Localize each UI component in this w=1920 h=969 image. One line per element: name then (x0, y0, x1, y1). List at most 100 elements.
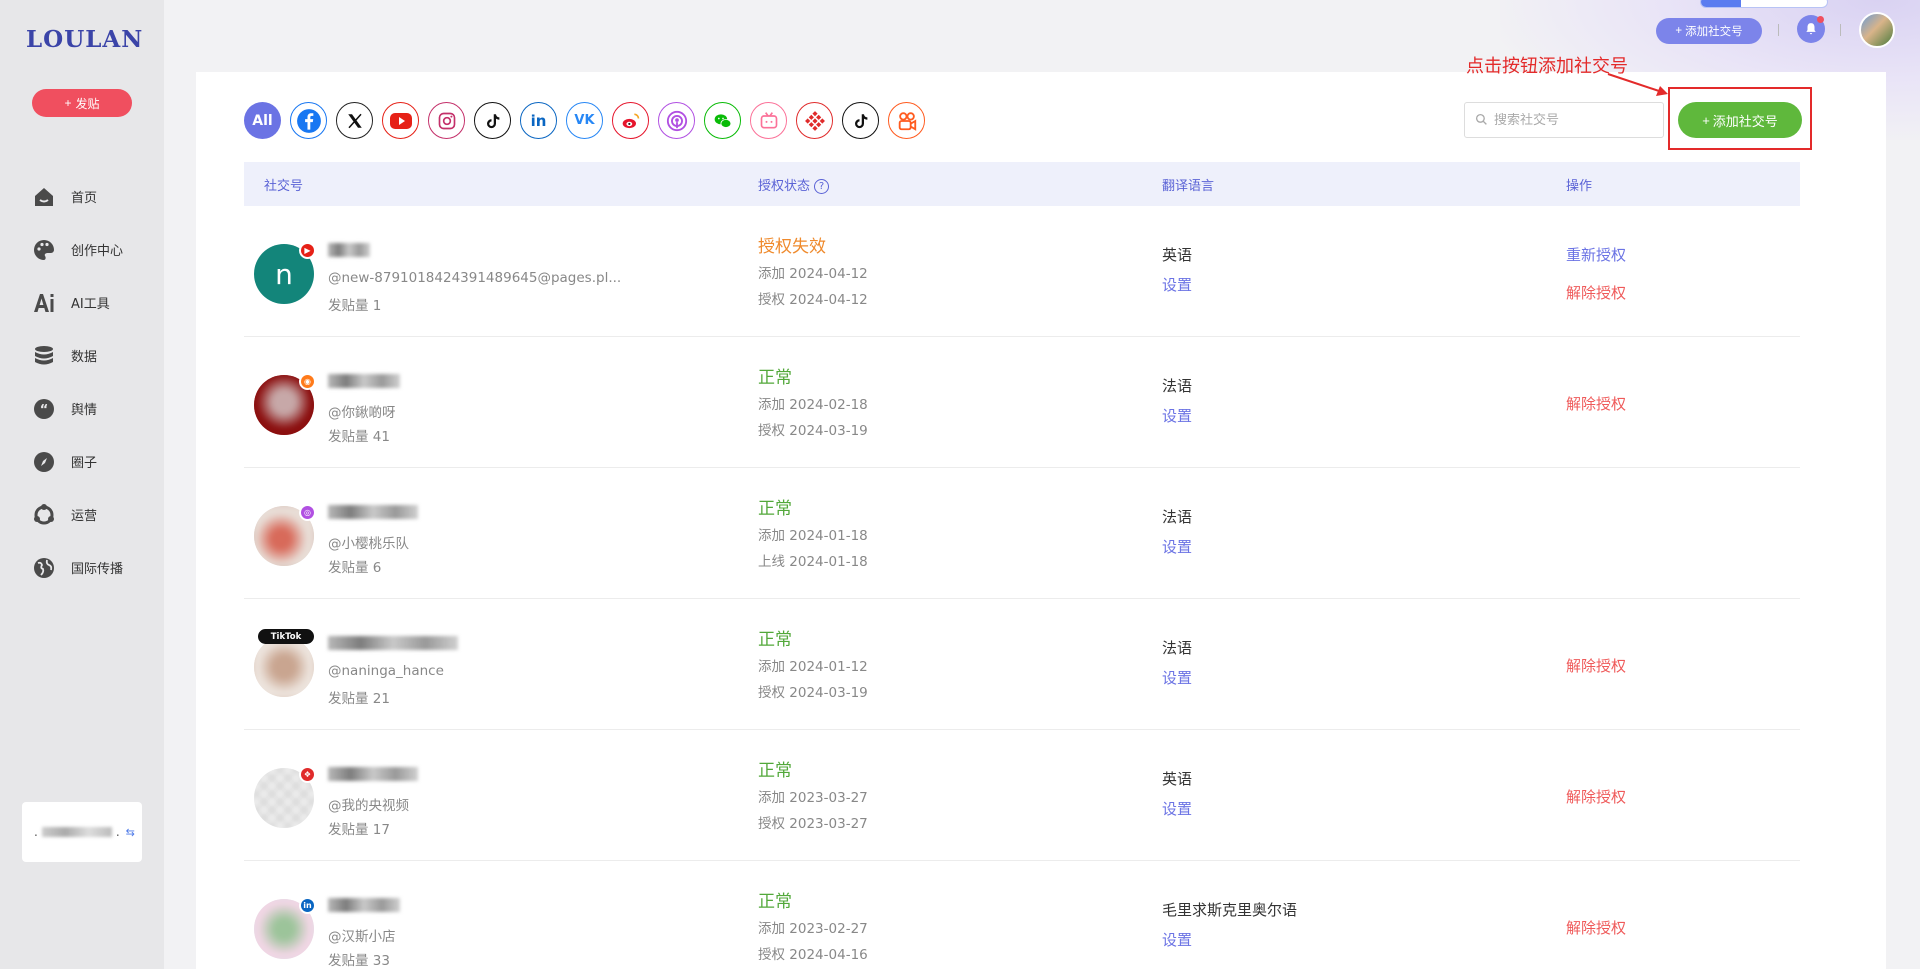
bilibili-icon[interactable] (750, 102, 787, 139)
account-handle: @naninga_hance (328, 663, 444, 679)
notification-bell-icon[interactable] (1797, 15, 1825, 43)
search-input[interactable] (1494, 112, 1654, 128)
language-setting-link[interactable]: 设置 (1162, 274, 1192, 295)
header-add-account-button[interactable]: + 添加社交号 (1656, 18, 1762, 44)
sidebar-item-home[interactable]: 首页 (0, 170, 164, 223)
language-setting-link[interactable]: 设置 (1162, 536, 1192, 557)
language-setting-link[interactable]: 设置 (1162, 798, 1192, 819)
add-account-button[interactable]: + 添加社交号 (1678, 102, 1802, 138)
added-date: 添加 2024-01-12 (758, 659, 868, 675)
auth-date: 授权 2023-03-27 (758, 816, 868, 832)
translate-language: 毛里求斯克里奥尔语 (1162, 901, 1298, 919)
weibo-icon[interactable] (612, 102, 649, 139)
account-avatar: ◉ (254, 373, 316, 435)
revoke-auth-link[interactable]: 解除授权 (1566, 282, 1626, 303)
help-icon[interactable]: ? (814, 178, 830, 194)
kuaishou-icon[interactable] (888, 102, 925, 139)
account-name-blurred (328, 897, 400, 912)
language-setting-link[interactable]: 设置 (1162, 667, 1192, 688)
post-button[interactable]: + 发贴 (32, 89, 132, 117)
sidebar-item-circle[interactable]: 圈子 (0, 435, 164, 488)
account-name-blurred (328, 242, 370, 257)
revoke-auth-link[interactable]: 解除授权 (1566, 655, 1626, 676)
added-date: 添加 2024-02-18 (758, 397, 868, 413)
douyin-icon[interactable] (842, 102, 879, 139)
linkedin-badge-icon: in (299, 897, 316, 914)
auth-status: 正常 (758, 630, 792, 650)
account-post-count: 发贴量 33 (328, 953, 390, 969)
tiktok-icon[interactable] (474, 102, 511, 139)
translate-language: 英语 (1162, 770, 1193, 788)
account-handle: @小樱桃乐队 (328, 536, 409, 552)
divider (1840, 24, 1841, 36)
podcast-icon[interactable] (658, 102, 695, 139)
database-icon (31, 343, 57, 369)
sidebar-item-international[interactable]: 国际传播 (0, 541, 164, 594)
account-handle: @我的央视频 (328, 798, 409, 814)
search-icon (1475, 111, 1488, 130)
avatar-image (254, 637, 314, 697)
sidebar: LOULAN + 发贴 首页 创作中心 AI工具 数据 “ 舆情 圈子 运营 国… (0, 0, 164, 969)
quote-icon: “ (31, 396, 57, 422)
account-handle: @你鍬啲呀 (328, 405, 396, 421)
reauthorize-link[interactable]: 重新授权 (1566, 244, 1626, 265)
divider (1778, 24, 1779, 36)
sidebar-item-label: 首页 (71, 191, 98, 206)
sidebar-item-create[interactable]: 创作中心 (0, 223, 164, 276)
ai-icon (31, 290, 57, 316)
globe-icon (31, 555, 57, 581)
youtube-icon[interactable] (382, 102, 419, 139)
user-avatar[interactable] (1859, 12, 1895, 48)
account-post-count: 发贴量 17 (328, 822, 390, 838)
header-operations: 操作 (1566, 178, 1593, 194)
notification-dot (1817, 16, 1824, 23)
translate-language: 法语 (1162, 377, 1193, 395)
revoke-auth-link[interactable]: 解除授权 (1566, 786, 1626, 807)
sidebar-item-label: 舆情 (71, 403, 98, 418)
app-logo: LOULAN (26, 26, 144, 53)
facebook-icon[interactable] (290, 102, 327, 139)
sidebar-item-ai-tools[interactable]: AI工具 (0, 276, 164, 329)
wechat-icon[interactable] (704, 102, 741, 139)
table-row: in @汉斯小店 发贴量 33 正常 添加 2023-02-27 授权 2024… (244, 861, 1800, 969)
filter-all[interactable]: All (244, 102, 281, 139)
account-name-blurred (328, 504, 418, 519)
kuaishou-grid-icon[interactable] (796, 102, 833, 139)
linkedin-icon[interactable]: in (520, 102, 557, 139)
account-avatar: TikTok (254, 629, 314, 697)
auth-date: 授权 2024-03-19 (758, 423, 868, 439)
home-icon (31, 184, 57, 210)
user-card[interactable]: . . ⇆ (22, 802, 142, 862)
header-language: 翻译语言 (1162, 178, 1215, 194)
user-name-blurred: . (34, 825, 38, 839)
instagram-icon[interactable] (428, 102, 465, 139)
account-post-count: 发贴量 1 (328, 298, 382, 314)
sidebar-item-label: 数据 (71, 350, 98, 365)
table-row: TikTok @naninga_hance 发贴量 21 正常 添加 2024-… (244, 599, 1800, 730)
revoke-auth-link[interactable]: 解除授权 (1566, 393, 1626, 414)
blurred-text (41, 827, 112, 837)
top-progress-pill (1700, 0, 1828, 8)
language-setting-link[interactable]: 设置 (1162, 929, 1192, 950)
user-card-suffix: . (115, 825, 120, 839)
sidebar-item-sentiment[interactable]: “ 舆情 (0, 382, 164, 435)
podcast-badge-icon: ◎ (299, 504, 316, 521)
switch-icon[interactable]: ⇆ (126, 826, 135, 839)
added-date: 添加 2023-02-27 (758, 921, 868, 937)
account-post-count: 发贴量 6 (328, 560, 382, 576)
header-add-account-label: 添加社交号 (1685, 26, 1743, 38)
x-icon[interactable] (336, 102, 373, 139)
revoke-auth-link[interactable]: 解除授权 (1566, 917, 1626, 938)
table-row: ❖ @我的央视频 发贴量 17 正常 添加 2023-03-27 授权 2023… (244, 730, 1800, 861)
table-header: 社交号 授权状态? 翻译语言 操作 (244, 162, 1800, 206)
vk-icon[interactable]: VK (566, 102, 603, 139)
youtube-badge-icon: ▶ (299, 242, 316, 259)
language-setting-link[interactable]: 设置 (1162, 405, 1192, 426)
annotation-text: 点击按钮添加社交号 (1466, 56, 1628, 77)
sidebar-item-data[interactable]: 数据 (0, 329, 164, 382)
svg-text:“: “ (40, 403, 49, 418)
search-box[interactable] (1464, 102, 1664, 138)
sidebar-item-operation[interactable]: 运营 (0, 488, 164, 541)
auth-date: 授权 2024-04-12 (758, 292, 868, 308)
sidebar-item-label: 运营 (71, 509, 98, 524)
